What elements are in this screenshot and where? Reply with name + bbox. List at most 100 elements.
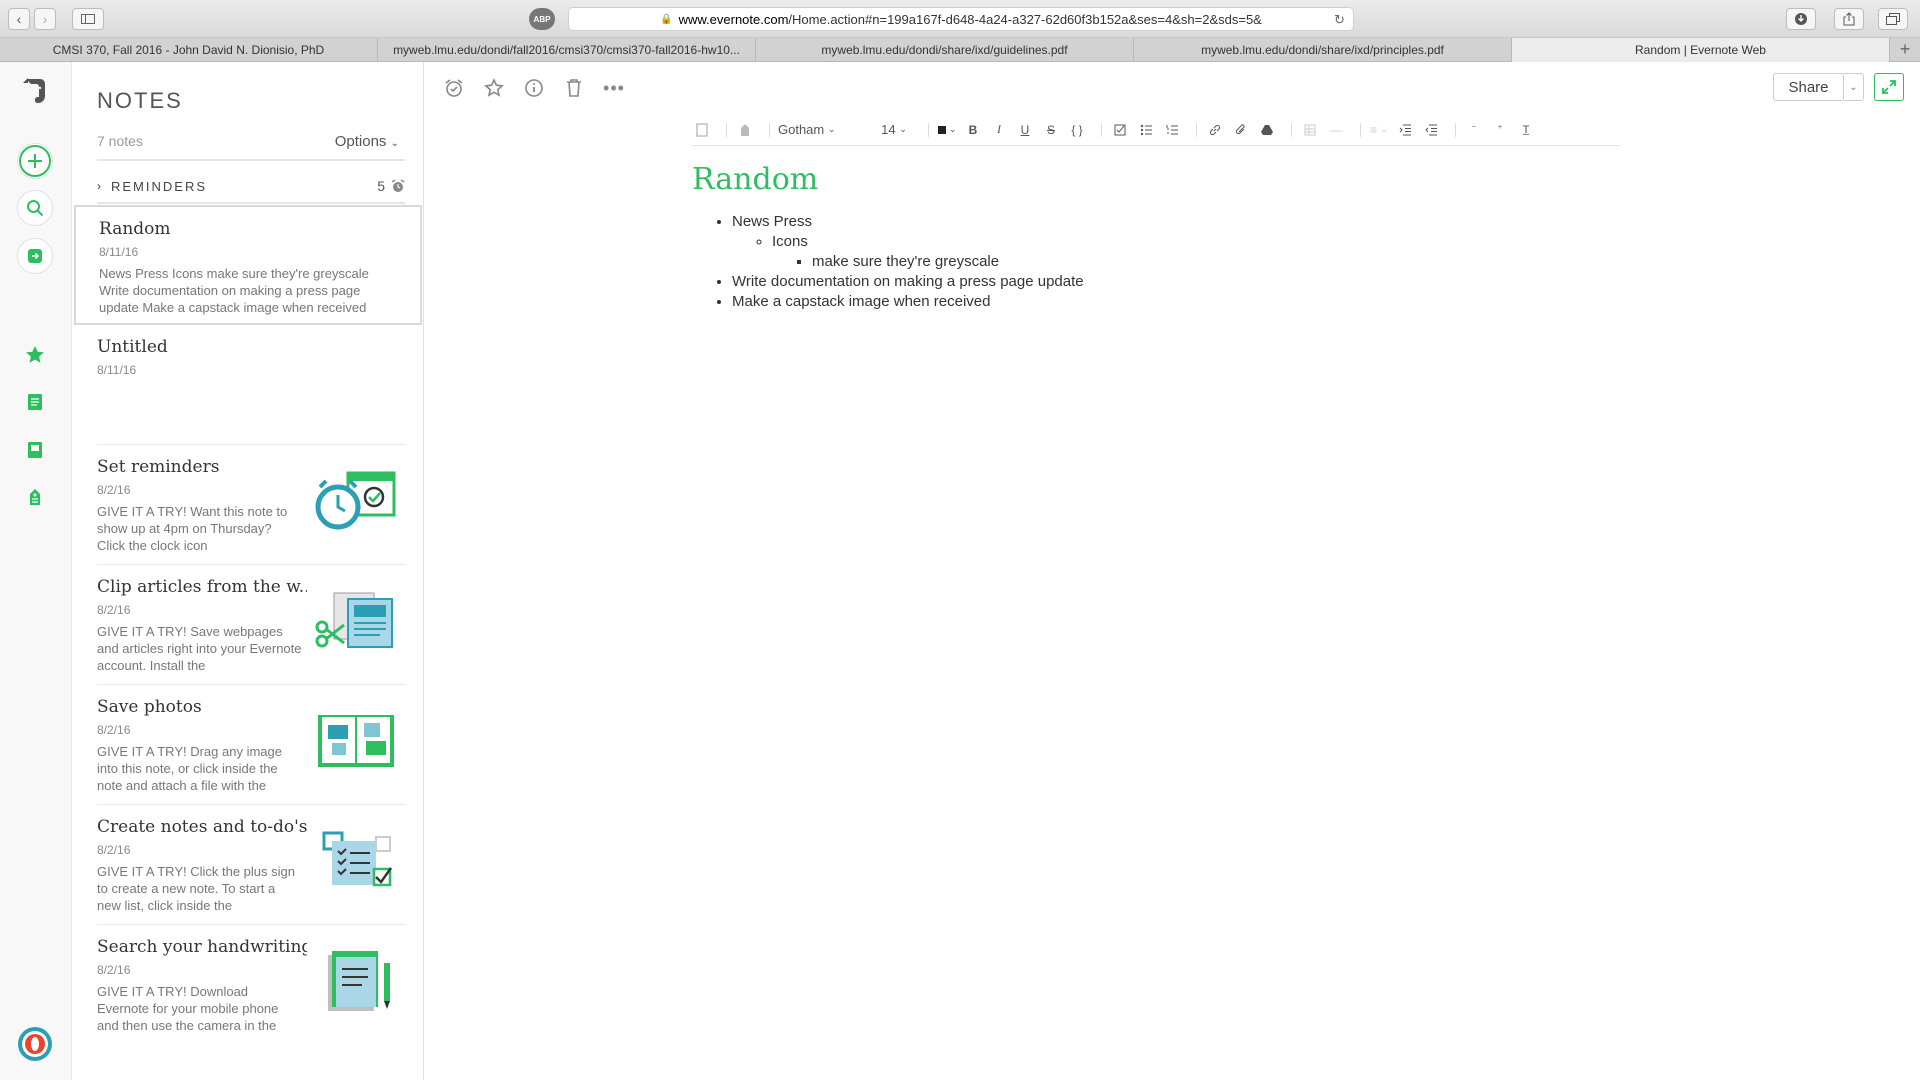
code-block-button[interactable]: { } (1067, 120, 1087, 140)
font-size-select[interactable]: 14 ⌄ (874, 120, 914, 140)
share-button[interactable]: Share (1773, 73, 1844, 101)
share-icon (1843, 12, 1855, 26)
bullet-list: Icons make sure they're greyscale (732, 232, 1084, 272)
list-item[interactable]: Create notes and to-do's 8/2/16 GIVE IT … (97, 805, 406, 925)
outdent-icon (1425, 124, 1437, 135)
more-actions-button[interactable]: ••• (602, 76, 626, 100)
font-family-select[interactable]: Gotham ⌄ (778, 120, 868, 140)
share-page-button[interactable] (1834, 8, 1864, 30)
tab-cmsi370[interactable]: CMSI 370, Fall 2016 - John David N. Dion… (0, 38, 378, 62)
notebooks-button[interactable] (17, 432, 53, 468)
tab-guidelines[interactable]: myweb.lmu.edu/dondi/share/ixd/guidelines… (756, 38, 1134, 62)
note-snippet: GIVE IT A TRY! Want this note to show up… (97, 504, 288, 553)
numbered-list-button[interactable] (1162, 120, 1182, 140)
list-item[interactable]: Untitled 8/11/16 (97, 325, 406, 445)
divider (928, 122, 929, 137)
chevron-right-icon: › (97, 179, 103, 193)
elephant-icon (23, 78, 45, 103)
tab-principles[interactable]: myweb.lmu.edu/dondi/share/ixd/principles… (1134, 38, 1512, 62)
underline-button[interactable]: U (1015, 120, 1035, 140)
align-left-icon: ≡ (1370, 122, 1378, 137)
note-date: 8/2/16 (97, 843, 131, 857)
lock-icon: 🔒 (660, 13, 673, 25)
note-title: Save photos (97, 697, 202, 717)
expand-button[interactable] (1874, 73, 1904, 101)
note-snippet: GIVE IT A TRY! Click the plus sign to cr… (97, 864, 295, 913)
bold-button[interactable]: B (963, 120, 983, 140)
italic-icon: I (997, 122, 1001, 136)
superscript-button[interactable]: ⁺ (1490, 120, 1510, 140)
reminders-section[interactable]: › REMINDERS 5 (97, 170, 405, 204)
italic-button[interactable]: I (989, 120, 1009, 140)
list-item: Make a capstack image when received (732, 292, 1084, 312)
adblock-button[interactable]: ABP (529, 8, 555, 30)
text-color-button[interactable]: ⌄ (937, 120, 957, 140)
chevron-down-icon: ⌄ (390, 138, 399, 149)
note-title: Set reminders (97, 457, 220, 477)
list-item[interactable]: Set reminders 8/2/16 GIVE IT A TRY! Want… (97, 445, 406, 565)
shortcut-button[interactable] (482, 76, 506, 100)
link-icon (1209, 124, 1221, 135)
attachment-button[interactable] (1231, 120, 1251, 140)
options-label: Options (334, 133, 387, 150)
tags-button[interactable] (17, 479, 53, 515)
note-body[interactable]: News Press Icons make sure they're greys… (692, 212, 1084, 312)
strikethrough-icon: S (1046, 122, 1055, 137)
options-dropdown[interactable]: Options ⌄ (335, 133, 399, 150)
bullet-list-button[interactable] (1136, 120, 1156, 140)
tag-selector[interactable] (735, 120, 755, 140)
work-chat-button[interactable] (17, 238, 53, 274)
star-icon (26, 346, 44, 363)
list-item-text: Icons (772, 233, 808, 250)
share-dropdown-button[interactable]: ⌄ (1844, 73, 1864, 101)
new-note-button[interactable] (17, 143, 53, 179)
tabs-icon (1886, 13, 1900, 25)
notebook-selector[interactable] (692, 120, 712, 140)
table-button[interactable] (1300, 120, 1320, 140)
indent-button[interactable] (1395, 120, 1415, 140)
list-item[interactable]: Clip articles from the w... 8/2/16 GIVE … (97, 565, 406, 685)
note-snippet: GIVE IT A TRY! Download Evernote for you… (97, 984, 279, 1033)
list-item[interactable]: Save photos 8/2/16 GIVE IT A TRY! Drag a… (97, 685, 406, 805)
back-button[interactable]: ‹ (8, 8, 30, 30)
tab-hw10[interactable]: myweb.lmu.edu/dondi/fall2016/cmsi370/cms… (378, 38, 756, 62)
list-item[interactable]: Search your handwriting 8/2/16 GIVE IT A… (97, 925, 406, 1045)
subscript-button[interactable]: ⁻ (1464, 120, 1484, 140)
align-button[interactable]: ≡ ⌄ (1369, 120, 1389, 140)
bullet-list: News Press Icons make sure they're greys… (692, 212, 1084, 312)
divider (1196, 122, 1197, 137)
tabs-overview-button[interactable] (1878, 8, 1908, 30)
downloads-button[interactable] (1786, 8, 1816, 30)
clear-formatting-button[interactable]: T̲ (1516, 120, 1536, 140)
new-tab-button[interactable]: + (1890, 38, 1920, 61)
table-icon (1304, 124, 1316, 135)
reminder-button[interactable] (442, 76, 466, 100)
notes-nav-button[interactable] (17, 384, 53, 420)
search-button[interactable] (17, 190, 53, 226)
evernote-logo[interactable] (17, 72, 53, 108)
reload-icon[interactable]: ↻ (1334, 12, 1345, 28)
link-button[interactable] (1205, 120, 1225, 140)
tab-bar: CMSI 370, Fall 2016 - John David N. Dion… (0, 38, 1920, 62)
chevron-down-icon: ⌄ (1380, 124, 1388, 134)
google-drive-button[interactable] (1257, 120, 1277, 140)
divider (1360, 122, 1361, 137)
info-button[interactable] (522, 76, 546, 100)
info-icon (525, 79, 543, 97)
checkbox-button[interactable] (1110, 120, 1130, 140)
forward-button[interactable]: › (34, 8, 56, 30)
shortcuts-button[interactable] (17, 337, 53, 373)
address-bar[interactable]: 🔒 www.evernote.com/Home.action#n=199a167… (568, 7, 1354, 31)
outdent-button[interactable] (1421, 120, 1441, 140)
delete-button[interactable] (562, 76, 586, 100)
ellipsis-icon: ••• (603, 77, 625, 98)
horizontal-rule-button[interactable]: — (1326, 120, 1346, 140)
strikethrough-button[interactable]: S (1041, 120, 1061, 140)
sidebar-toggle-button[interactable] (72, 8, 104, 30)
horizontal-rule-icon: — (1330, 122, 1342, 137)
list-item[interactable]: Random 8/11/16 News Press Icons make sur… (74, 205, 422, 325)
account-avatar[interactable] (17, 1026, 53, 1062)
note-title-field[interactable]: Random (692, 162, 818, 197)
divider (1455, 122, 1456, 137)
tab-evernote[interactable]: Random | Evernote Web (1512, 38, 1890, 62)
